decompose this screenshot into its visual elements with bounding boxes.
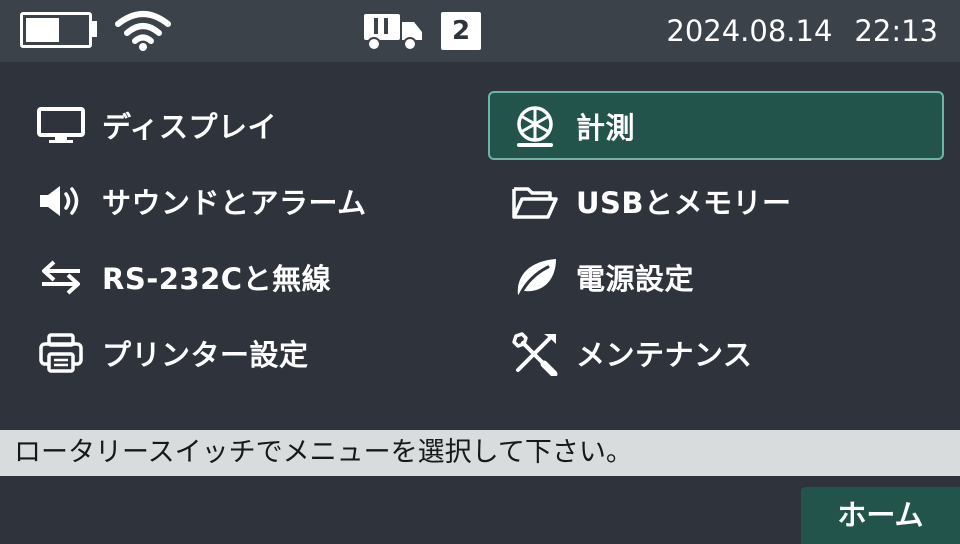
battery-tip (92, 21, 97, 37)
menu-item-label: RS-232Cと無線 (102, 262, 332, 296)
monitor-icon (34, 103, 88, 147)
leaf-icon (508, 255, 562, 299)
menu-item-label: メンテナンス (576, 338, 753, 372)
menu-item-label: ディスプレイ (102, 110, 277, 144)
wheel-icon (508, 104, 562, 148)
menu-item-label: USBとメモリー (576, 186, 792, 220)
menu-item-label: プリンター設定 (102, 338, 309, 372)
menu-item-display[interactable]: ディスプレイ (34, 93, 454, 157)
menu-item-maintenance[interactable]: メンテナンス (508, 321, 938, 385)
menu-item-label: 電源設定 (576, 262, 695, 296)
instruction-message: ロータリースイッチでメニューを選択して下さい。 (0, 430, 960, 476)
printer-icon (34, 331, 88, 375)
home-button[interactable]: ホーム (801, 487, 960, 544)
status-bar: 2 2024.08.14 22:13 (0, 0, 960, 62)
time-text: 22:13 (854, 14, 938, 48)
menu-item-usb-memory[interactable]: USBとメモリー (508, 169, 938, 233)
wifi-icon (115, 11, 171, 51)
menu-item-sound-alarm[interactable]: サウンドとアラーム (34, 169, 454, 233)
tools-icon (508, 331, 562, 376)
menu-item-power-settings[interactable]: 電源設定 (508, 245, 938, 309)
vehicle-number-badge: 2 (441, 12, 481, 50)
battery-level (26, 18, 59, 42)
truck-icon (364, 14, 422, 51)
speaker-icon (34, 179, 88, 223)
menu-item-label: 計測 (576, 110, 636, 145)
datetime: 2024.08.14 22:13 (666, 12, 938, 50)
transfer-arrows-icon (34, 255, 88, 299)
menu-item-measurement[interactable]: 計測 (488, 91, 944, 160)
battery-icon (20, 12, 92, 48)
date-text: 2024.08.14 (666, 14, 833, 48)
menu-item-printer[interactable]: プリンター設定 (34, 321, 454, 385)
menu-item-rs232c-wireless[interactable]: RS-232Cと無線 (34, 245, 454, 309)
menu-item-label: サウンドとアラーム (102, 186, 367, 220)
folder-icon (508, 179, 562, 223)
